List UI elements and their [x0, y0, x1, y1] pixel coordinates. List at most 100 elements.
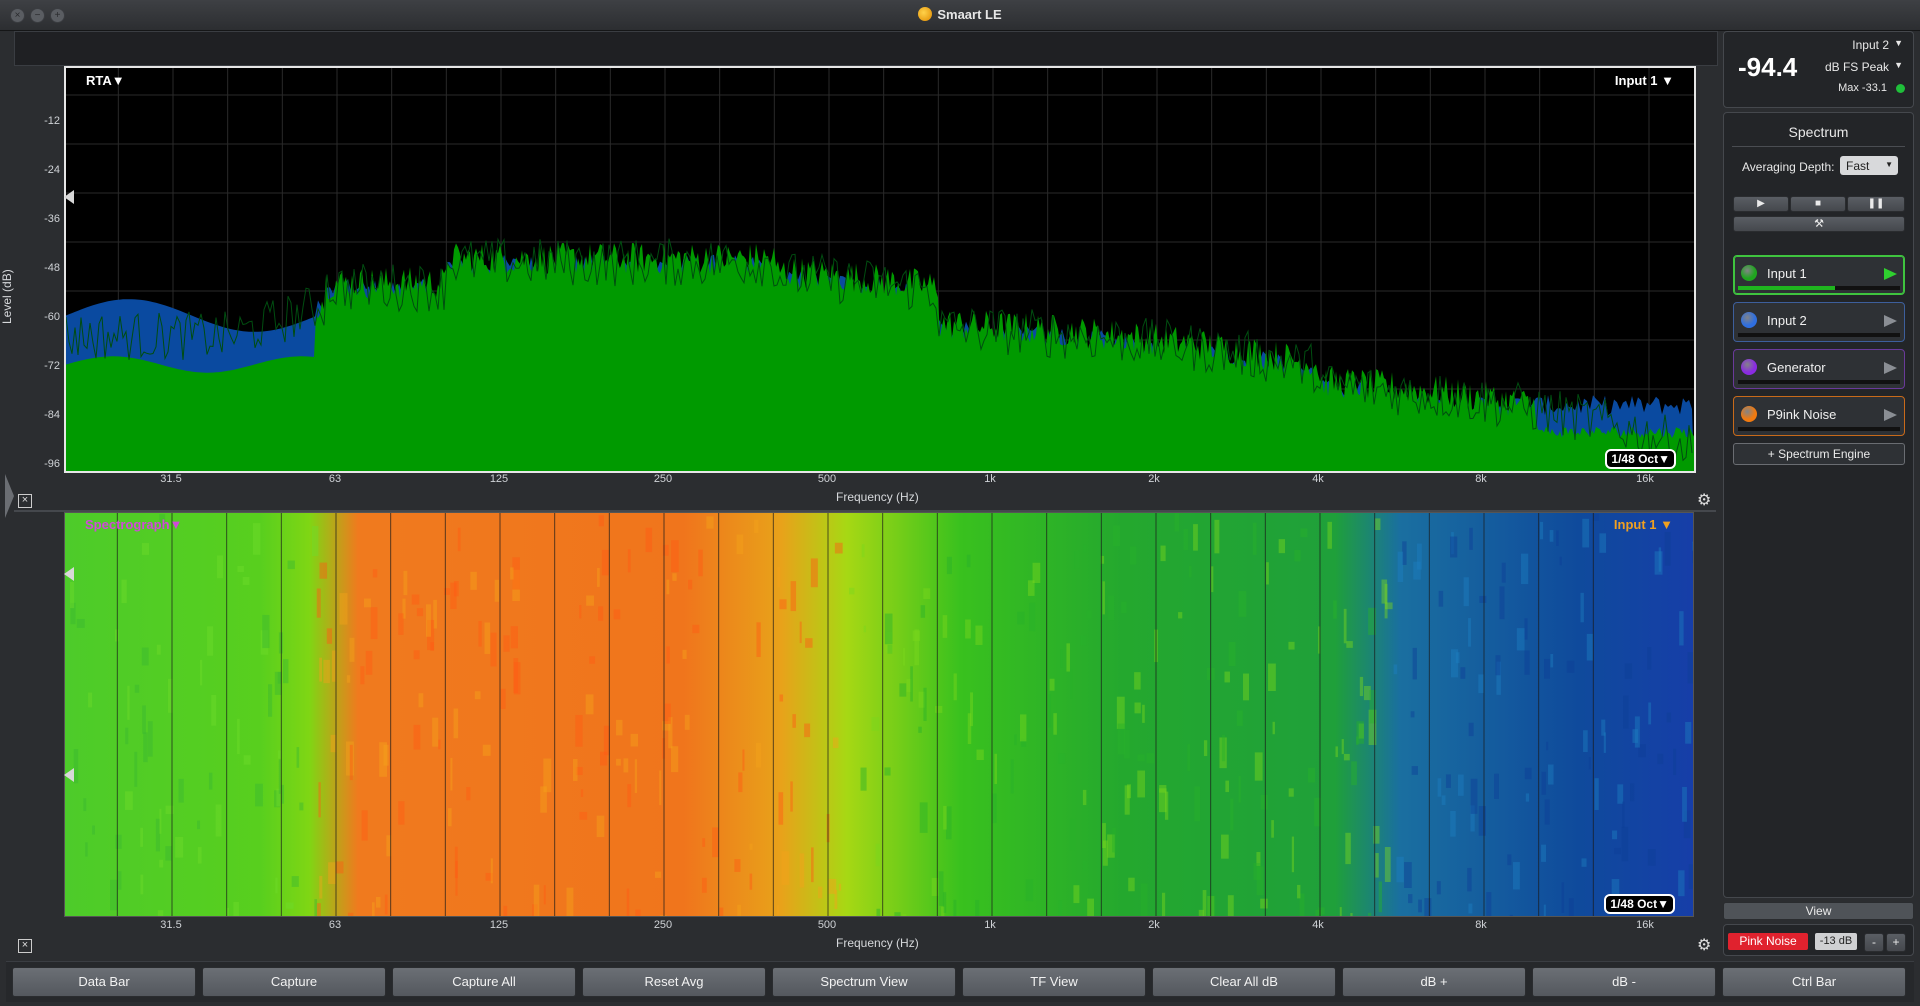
spectrograph-texture: [1424, 898, 1432, 916]
source-color-dot: [1741, 406, 1757, 422]
spectrograph-texture: [275, 877, 278, 894]
level-down-button[interactable]: -: [1864, 933, 1884, 952]
command-button-db[interactable]: dB -: [1532, 967, 1716, 997]
spectrograph-texture: [413, 650, 420, 660]
spectrograph-texture: [601, 549, 609, 576]
rta-settings-gear-icon[interactable]: ⚙: [1697, 490, 1711, 510]
spectrograph-texture: [453, 708, 459, 739]
spectrograph-texture: [1189, 565, 1192, 578]
spectrograph-texture: [323, 659, 330, 684]
command-button-clear-all-db[interactable]: Clear All dB: [1152, 967, 1336, 997]
spectrograph-x-tick: 31.5: [160, 919, 182, 931]
source-color-dot: [1741, 265, 1757, 281]
spectrograph-texture: [1467, 867, 1472, 892]
command-button-ctrl-bar[interactable]: Ctrl Bar: [1722, 967, 1906, 997]
spectrograph-settings-gear-icon[interactable]: ⚙: [1697, 935, 1711, 955]
view-button[interactable]: View: [1723, 902, 1914, 920]
spectrograph-texture: [92, 825, 95, 835]
spectrograph-texture: [811, 847, 814, 883]
spectrograph-texture: [965, 619, 971, 639]
command-button-data-bar[interactable]: Data Bar: [12, 967, 196, 997]
spectrograph-texture: [923, 687, 927, 721]
spectrograph-texture: [142, 705, 146, 734]
spectrograph-texture: [318, 782, 321, 818]
spectrograph-texture: [1017, 611, 1025, 625]
rta-threshold-marker[interactable]: [64, 190, 74, 204]
spectrograph-texture: [1048, 694, 1052, 728]
expand-panel-arrow-icon[interactable]: [5, 474, 14, 518]
spectrograph-texture: [777, 905, 780, 915]
rta-mode-dropdown[interactable]: RTA▼: [86, 73, 125, 88]
pause-button[interactable]: ❚❚: [1847, 196, 1905, 212]
level-meter[interactable]: -94.4 Input 2 ▼ dB FS Peak ▼ Max -33.1: [1723, 31, 1914, 108]
spectrograph-texture: [597, 568, 600, 587]
source-play-icon[interactable]: [1884, 315, 1897, 327]
spectrograph-texture: [1128, 877, 1135, 892]
spectrograph-texture: [1221, 834, 1229, 859]
spectrograph-texture: [159, 859, 164, 868]
spectrograph-texture: [1404, 862, 1412, 888]
command-button-spectrum-view[interactable]: Spectrum View: [772, 967, 956, 997]
rta-x-tick: 250: [653, 473, 673, 485]
spectrograph-texture: [453, 580, 459, 597]
add-spectrum-engine-button[interactable]: + Spectrum Engine: [1733, 443, 1905, 465]
command-button-capture[interactable]: Capture: [202, 967, 386, 997]
play-button[interactable]: ▶: [1733, 196, 1789, 212]
stop-button[interactable]: ■: [1790, 196, 1846, 212]
spectrograph-texture: [383, 744, 389, 766]
rta-input-dropdown[interactable]: Input 1 ▼: [1615, 73, 1674, 88]
spectrograph-texture: [1580, 592, 1584, 623]
meter-input-chevron-icon[interactable]: ▼: [1894, 38, 1903, 48]
rta-resolution-dropdown[interactable]: 1/48 Oct▼: [1605, 449, 1676, 469]
spectrograph-texture: [1396, 856, 1404, 883]
source-play-icon[interactable]: [1884, 362, 1897, 374]
spectrograph-plot[interactable]: Spectrograph▼ Input 1 ▼ 1/48 Oct▼: [64, 512, 1694, 917]
source-play-icon[interactable]: [1884, 409, 1897, 421]
rta-plot[interactable]: RTA▼ Input 1 ▼ 1/48 Oct▼: [64, 66, 1696, 473]
spectrograph-texture: [375, 896, 381, 908]
level-up-button[interactable]: +: [1886, 933, 1906, 952]
spectrograph-texture: [347, 912, 354, 916]
spectrograph-texture: [781, 851, 790, 885]
command-button-capture-all[interactable]: Capture All: [392, 967, 576, 997]
spectrograph-mode-dropdown[interactable]: Spectrograph▼: [85, 517, 182, 532]
generator-level[interactable]: -13 dB: [1815, 933, 1857, 950]
rta-x-tick: 2k: [1148, 473, 1160, 485]
spectrograph-close-icon[interactable]: ×: [18, 939, 32, 953]
spectrograph-texture: [1468, 722, 1474, 737]
averaging-depth-select[interactable]: Fast ▼: [1840, 156, 1898, 175]
spectrograph-texture: [1070, 668, 1073, 699]
spectrograph-texture: [339, 593, 348, 625]
spectrograph-texture: [1268, 663, 1276, 691]
spectrograph-upper-marker[interactable]: [64, 567, 74, 581]
pink-noise-button[interactable]: Pink Noise: [1728, 933, 1808, 950]
spectrograph-texture: [200, 659, 203, 686]
spectrograph-texture: [490, 858, 493, 884]
source-1[interactable]: Input 1: [1733, 255, 1905, 295]
source-3[interactable]: Generator: [1733, 349, 1905, 389]
spectrograph-texture: [1288, 788, 1294, 797]
spectrograph-texture: [134, 751, 138, 787]
window-title: Smaart LE: [937, 7, 1002, 22]
spectrograph-texture: [349, 637, 355, 662]
meter-input[interactable]: Input 2: [1852, 38, 1889, 52]
spectrograph-input-dropdown[interactable]: Input 1 ▼: [1614, 517, 1673, 532]
source-2[interactable]: Input 2: [1733, 302, 1905, 342]
rta-mode-label: RTA: [86, 73, 112, 88]
command-button-db[interactable]: dB +: [1342, 967, 1526, 997]
spectrograph-texture: [805, 638, 813, 648]
meter-units-chevron-icon[interactable]: ▼: [1894, 60, 1903, 70]
spectrograph-texture: [70, 581, 75, 609]
spectrograph-lower-marker[interactable]: [64, 768, 74, 782]
rta-close-icon[interactable]: ×: [18, 494, 32, 508]
source-play-icon[interactable]: [1884, 268, 1897, 280]
command-button-tf-view[interactable]: TF View: [962, 967, 1146, 997]
spectrograph-texture: [1020, 714, 1027, 742]
command-button-reset-avg[interactable]: Reset Avg: [582, 967, 766, 997]
spectrograph-resolution-dropdown[interactable]: 1/48 Oct▼: [1604, 894, 1675, 914]
spectrograph-texture: [134, 684, 140, 693]
source-4[interactable]: P9ink Noise: [1733, 396, 1905, 436]
tools-button[interactable]: ⚒: [1733, 216, 1905, 232]
meter-units[interactable]: dB FS Peak: [1825, 60, 1889, 74]
spectrograph-texture: [1566, 660, 1575, 673]
